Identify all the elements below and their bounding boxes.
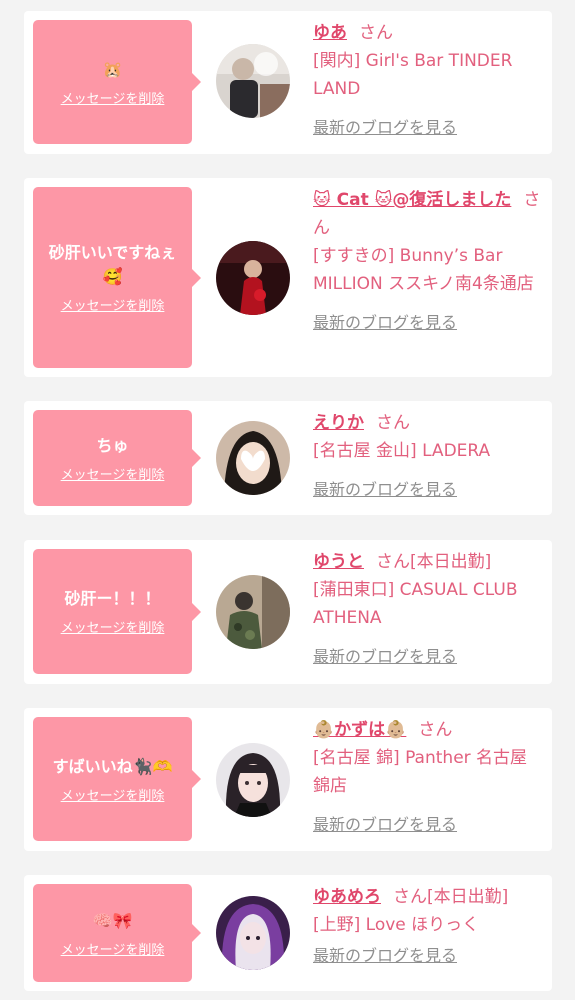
message-bubble: 砂肝ー！！！ メッセージを削除: [33, 549, 201, 674]
cast-name-link[interactable]: 🐱 Cat 🐱@復活しました: [313, 190, 511, 210]
message-card: 🧠🎀 メッセージを削除 ゆあめろ さん[本日出勤] [上野] Love ほりっく …: [24, 875, 552, 991]
message-text: 🐹: [102, 59, 123, 79]
message-text: 砂肝いいですねぇ🥰: [48, 243, 177, 286]
latest-blog-link[interactable]: 最新のブログを見る: [313, 312, 543, 334]
profile-info: ゆうと さん[本日出勤] [蒲田東口] CASUAL CLUB ATHENA 最新…: [313, 548, 543, 668]
message-text: すばいいね🐈‍⬛🫶: [52, 756, 173, 776]
delete-message-link[interactable]: メッセージを削除: [61, 617, 165, 636]
shop-name: [名古屋 錦] Panther 名古屋錦店: [313, 748, 528, 796]
message-card: 砂肝いいですねぇ🥰 メッセージを削除 🐱 Cat 🐱@復活しました さん [すすき…: [24, 178, 552, 377]
avatar[interactable]: [216, 421, 290, 495]
message-bubble: 🧠🎀 メッセージを削除: [33, 884, 201, 982]
avatar[interactable]: [216, 241, 290, 315]
status-badge: [本日出勤]: [427, 887, 509, 907]
cast-name-link[interactable]: ゆあめろ: [313, 887, 381, 907]
message-bubble: 砂肝いいですねぇ🥰 メッセージを削除: [33, 187, 201, 368]
avatar[interactable]: [216, 575, 290, 649]
profile-info: 🐱 Cat 🐱@復活しました さん [すすきの] Bunny’s Bar MILL…: [313, 186, 543, 334]
delete-message-link[interactable]: メッセージを削除: [61, 88, 165, 107]
delete-message-link[interactable]: メッセージを削除: [61, 295, 165, 314]
shop-name: [上野] Love ほりっく: [313, 915, 480, 935]
latest-blog-link[interactable]: 最新のブログを見る: [313, 646, 543, 668]
honorific: さん: [376, 552, 410, 572]
message-card: ちゅ メッセージを削除 えりか さん [名古屋 金山] LADERA 最新のブログ…: [24, 401, 552, 515]
latest-blog-link[interactable]: 最新のブログを見る: [313, 479, 543, 501]
cast-name-link[interactable]: ゆうと: [313, 552, 364, 572]
avatar[interactable]: [216, 44, 290, 118]
message-text: 🧠🎀: [92, 910, 133, 930]
shop-name: [関内] Girl's Bar TINDER LAND: [313, 51, 513, 99]
profile-info: ゆあ さん [関内] Girl's Bar TINDER LAND 最新のブログを…: [313, 19, 543, 139]
status-badge: [本日出勤]: [410, 552, 492, 572]
delete-message-link[interactable]: メッセージを削除: [61, 464, 165, 483]
latest-blog-link[interactable]: 最新のブログを見る: [313, 814, 543, 836]
message-bubble: ちゅ メッセージを削除: [33, 410, 201, 506]
message-card: 🐹 メッセージを削除 ゆあ さん [関内] Girl's Bar TINDER L…: [24, 11, 552, 154]
avatar[interactable]: [216, 896, 290, 970]
message-card: すばいいね🐈‍⬛🫶 メッセージを削除 👶🏼かずは👶🏼 さん [名古屋 錦] Pan…: [24, 708, 552, 851]
profile-info: 👶🏼かずは👶🏼 さん [名古屋 錦] Panther 名古屋錦店 最新のブログを見…: [313, 716, 543, 836]
message-bubble: 🐹 メッセージを削除: [33, 20, 201, 144]
cast-name-link[interactable]: ゆあ: [313, 23, 347, 43]
honorific: さん: [393, 887, 427, 907]
shop-name: [蒲田東口] CASUAL CLUB ATHENA: [313, 580, 518, 628]
message-text: 砂肝ー！！！: [64, 589, 161, 608]
message-card: 砂肝ー！！！ メッセージを削除 ゆうと さん[本日出勤] [蒲田東口] CASUA…: [24, 540, 552, 684]
delete-message-link[interactable]: メッセージを削除: [61, 939, 165, 958]
shop-name: [すすきの] Bunny’s Bar MILLION ススキノ南4条通店: [313, 246, 534, 294]
message-bubble: すばいいね🐈‍⬛🫶 メッセージを削除: [33, 717, 201, 841]
message-text: ちゅ: [96, 435, 129, 455]
profile-info: えりか さん [名古屋 金山] LADERA 最新のブログを見る: [313, 409, 543, 501]
honorific: さん: [376, 413, 410, 433]
latest-blog-link[interactable]: 最新のブログを見る: [313, 945, 543, 967]
honorific: さん: [359, 23, 393, 43]
honorific: さん: [418, 720, 453, 740]
shop-name: [名古屋 金山] LADERA: [313, 441, 491, 461]
avatar[interactable]: [216, 743, 290, 817]
profile-info: ゆあめろ さん[本日出勤] [上野] Love ほりっく 最新のブログを見る: [313, 883, 543, 967]
latest-blog-link[interactable]: 最新のブログを見る: [313, 117, 543, 139]
cast-name-link[interactable]: えりか: [313, 413, 364, 433]
cast-name-link[interactable]: 👶🏼かずは👶🏼: [313, 720, 406, 740]
delete-message-link[interactable]: メッセージを削除: [61, 785, 165, 804]
